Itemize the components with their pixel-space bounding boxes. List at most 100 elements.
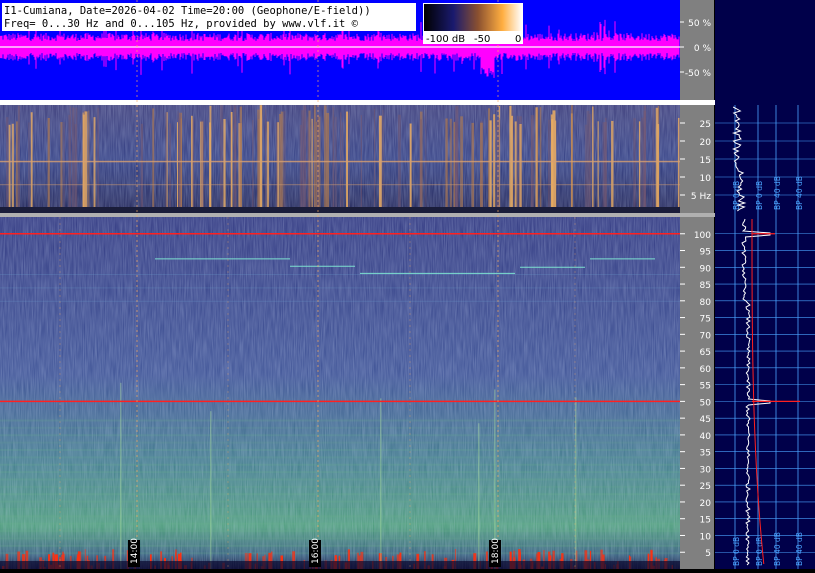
header-line2: Freq= 0...30 Hz and 0...105 Hz, provided… (4, 18, 359, 30)
bottom-ytick-label: 90 (700, 264, 712, 274)
spectrogram-band (0, 478, 680, 481)
spectrogram-streak (519, 124, 522, 213)
spectrogram-streak (638, 121, 641, 213)
bottom-ytick-label: 20 (700, 499, 712, 509)
vlf-monitor-chart: 50 % 0 % -50 % 25 20 15 10 5 Hz 14:00 16:00 18:0… (0, 0, 815, 569)
bottom-ytick-label: 35 (700, 449, 711, 459)
spectrogram-streak (209, 105, 212, 213)
spectrogram-streak (178, 118, 181, 213)
spectrogram-streak (340, 112, 342, 213)
spectrogram-streak (313, 105, 316, 213)
spectrogram-top-noise (0, 105, 680, 213)
spectrogram-streak (548, 119, 550, 213)
bottom-ytick-label: 30 (700, 465, 712, 475)
spectrogram-streak (176, 122, 179, 213)
spectrogram-streak (516, 115, 519, 213)
waveform-ytick-label: 50 % (688, 19, 711, 29)
spectrogram-streak (592, 106, 594, 213)
spectrogram-line (0, 300, 680, 302)
bottom-ytick-label: 40 (700, 432, 712, 442)
spectrogram-streak (259, 105, 263, 213)
bottom-ytick-label: 50 (700, 398, 712, 408)
spectrogram-streak (71, 107, 75, 213)
spectrogram-streak (445, 118, 448, 213)
top-ytick-label: 25 (700, 120, 711, 130)
time-marker: 14:00 (128, 538, 140, 567)
spectrogram-streak (140, 123, 143, 213)
spectrogram-streak (539, 107, 542, 213)
spectrogram-streak (536, 107, 539, 213)
spectrogram-streak (191, 115, 193, 213)
spectrogram-streak (152, 108, 155, 213)
spectrogram-band (0, 463, 680, 466)
spectrogram-streak (266, 121, 270, 213)
spectrogram-streak (82, 114, 85, 213)
bottom-ytick-label: 100 (694, 231, 711, 241)
spectrogram-streak (449, 118, 452, 213)
spectrogram-streak (252, 119, 254, 213)
spectrogram-streak (641, 117, 644, 213)
spectrogram-streak (234, 108, 237, 213)
profile-label-top: BP 40 dB (773, 176, 782, 210)
profile-label-bottom: BP 0 dB (732, 537, 741, 566)
spectrogram-streak (311, 118, 313, 213)
time-marker-label: 14:00 (130, 538, 140, 564)
spectrogram-streak (326, 112, 330, 213)
spectrogram-streak (277, 122, 279, 213)
spectrogram-streak (166, 112, 168, 213)
spectrogram-streak (677, 117, 680, 213)
header-line1: I1-Cumiana, Date=2026-04-02 Time=20:00 (… (4, 5, 371, 17)
spectrogram-streak (165, 111, 167, 213)
time-marker-label: 18:00 (491, 538, 501, 564)
spectrogram-band (0, 485, 680, 488)
spectrogram-band (0, 530, 680, 533)
spectrogram-streak (342, 122, 344, 213)
profile-label-bottom: BP 40 dB (795, 532, 804, 566)
spectrogram-streak (530, 115, 534, 213)
panel-divider-2 (0, 213, 715, 217)
bottom-ytick-label: 95 (700, 248, 711, 258)
colorbar-gradient (424, 4, 522, 31)
spectrogram-streak (652, 107, 655, 213)
spectrogram-streak (74, 124, 77, 213)
spectrogram-streak (453, 122, 456, 213)
spectrogram-band (0, 448, 680, 451)
spectrogram-streak (60, 122, 63, 213)
spectrogram-streak (5, 117, 9, 213)
spectrogram-line (0, 287, 680, 289)
spectrogram-streak (584, 124, 588, 213)
spectrogram-streak (318, 116, 321, 213)
spectrogram-band (0, 456, 680, 459)
spectrogram-streak (409, 123, 412, 213)
spectrogram-streak (8, 124, 11, 213)
spectrogram-streak (489, 120, 492, 213)
header: I1-Cumiana, Date=2026-04-02 Time=20:00 (… (2, 3, 416, 31)
spectrogram-streak (200, 120, 204, 213)
spectrogram-streak (223, 119, 226, 213)
spectrogram-streak (493, 114, 496, 213)
spectrogram-streak (511, 115, 514, 213)
bottom-ytick-label: 45 (700, 415, 711, 425)
spectrogram-streak (324, 105, 327, 213)
spectrogram-band (0, 522, 680, 525)
spectrogram-streak (611, 120, 614, 213)
spectrogram-band (0, 507, 680, 510)
spectrogram-streak (460, 116, 463, 213)
spectrogram-band (0, 434, 680, 437)
waveform-ytick-label: 0 % (694, 44, 712, 54)
spectrogram-streak (17, 105, 20, 213)
spectrogram-streak (575, 397, 577, 569)
time-marker-label: 16:00 (311, 538, 321, 564)
bottom-ytick-label: 70 (700, 331, 712, 341)
panel-divider (0, 100, 715, 105)
spectrogram-streak (419, 119, 422, 213)
spectrogram-streak (571, 105, 573, 213)
spectrogram-streak (120, 382, 122, 569)
spectrogram-streak (397, 114, 401, 213)
bottom-ytick-label: 25 (700, 482, 711, 492)
spectrogram-streak (303, 105, 307, 213)
top-ytick-label: 20 (700, 138, 712, 148)
spectrogram-streak (230, 111, 233, 213)
spectrogram-streak (378, 115, 382, 213)
spectrogram-floor (0, 207, 680, 213)
